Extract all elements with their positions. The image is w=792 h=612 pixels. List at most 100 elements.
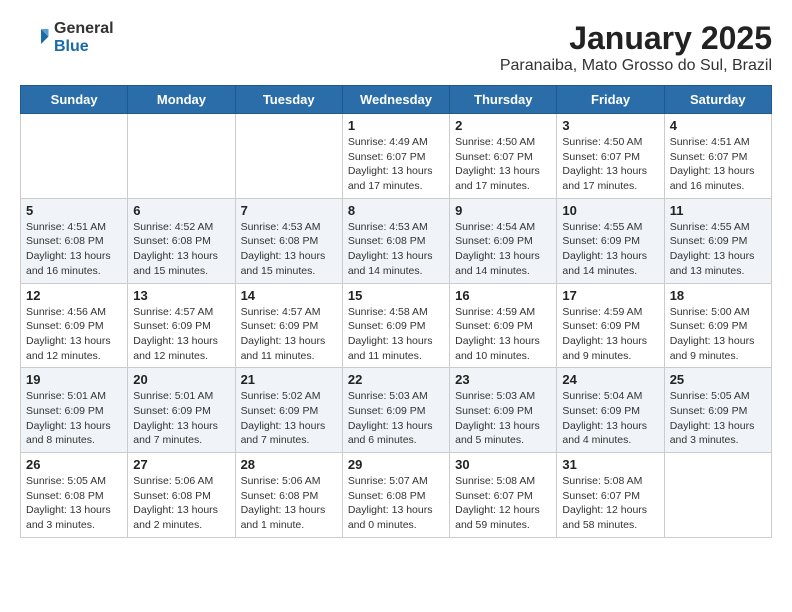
calendar-cell: 4 Sunrise: 4:51 AM Sunset: 6:07 PM Daylig… bbox=[664, 114, 771, 199]
calendar-cell: 22 Sunrise: 5:03 AM Sunset: 6:09 PM Dayli… bbox=[342, 368, 449, 453]
week-row-5: 26 Sunrise: 5:05 AM Sunset: 6:08 PM Dayli… bbox=[21, 453, 772, 538]
calendar-cell: 23 Sunrise: 5:03 AM Sunset: 6:09 PM Dayli… bbox=[450, 368, 557, 453]
calendar-cell: 7Sunrise: 4:53 AM Sunset: 6:08 PM Daylig… bbox=[235, 198, 342, 283]
day-number: 8 bbox=[348, 203, 444, 218]
calendar-cell: 13 Sunrise: 4:57 AM Sunset: 6:09 PM Dayli… bbox=[128, 283, 235, 368]
header-day-saturday: Saturday bbox=[664, 86, 771, 114]
header-day-thursday: Thursday bbox=[450, 86, 557, 114]
day-info: Sunrise: 5:08 AM Sunset: 6:07 PM Dayligh… bbox=[562, 474, 658, 533]
logo-blue: Blue bbox=[54, 38, 114, 56]
week-row-2: 5 Sunrise: 4:51 AM Sunset: 6:08 PM Daylig… bbox=[21, 198, 772, 283]
day-info: Sunrise: 5:01 AM Sunset: 6:09 PM Dayligh… bbox=[26, 389, 122, 448]
calendar-cell: 11Sunrise: 4:55 AM Sunset: 6:09 PM Dayli… bbox=[664, 198, 771, 283]
calendar-cell: 10Sunrise: 4:55 AM Sunset: 6:09 PM Dayli… bbox=[557, 198, 664, 283]
day-number: 15 bbox=[348, 288, 444, 303]
day-info: Sunrise: 5:03 AM Sunset: 6:09 PM Dayligh… bbox=[455, 389, 551, 448]
day-info: Sunrise: 4:50 AM Sunset: 6:07 PM Dayligh… bbox=[455, 135, 551, 194]
day-info: Sunrise: 4:57 AM Sunset: 6:09 PM Dayligh… bbox=[241, 305, 337, 364]
day-info: Sunrise: 5:04 AM Sunset: 6:09 PM Dayligh… bbox=[562, 389, 658, 448]
day-number: 2 bbox=[455, 118, 551, 133]
calendar-cell bbox=[235, 114, 342, 199]
day-info: Sunrise: 4:51 AM Sunset: 6:08 PM Dayligh… bbox=[26, 220, 122, 279]
calendar-cell bbox=[664, 453, 771, 538]
day-info: Sunrise: 5:03 AM Sunset: 6:09 PM Dayligh… bbox=[348, 389, 444, 448]
day-info: Sunrise: 4:59 AM Sunset: 6:09 PM Dayligh… bbox=[455, 305, 551, 364]
calendar-cell: 25 Sunrise: 5:05 AM Sunset: 6:09 PM Dayli… bbox=[664, 368, 771, 453]
logo-text: General Blue bbox=[54, 20, 114, 55]
week-row-4: 19 Sunrise: 5:01 AM Sunset: 6:09 PM Dayli… bbox=[21, 368, 772, 453]
calendar-table: SundayMondayTuesdayWednesdayThursdayFrid… bbox=[20, 85, 772, 538]
day-info: Sunrise: 5:00 AM Sunset: 6:09 PM Dayligh… bbox=[670, 305, 766, 364]
day-info: Sunrise: 4:57 AM Sunset: 6:09 PM Dayligh… bbox=[133, 305, 229, 364]
calendar-cell: 2 Sunrise: 4:50 AM Sunset: 6:07 PM Daylig… bbox=[450, 114, 557, 199]
day-info: Sunrise: 5:05 AM Sunset: 6:09 PM Dayligh… bbox=[670, 389, 766, 448]
day-info: Sunrise: 4:56 AM Sunset: 6:09 PM Dayligh… bbox=[26, 305, 122, 364]
day-number: 14 bbox=[241, 288, 337, 303]
header-day-monday: Monday bbox=[128, 86, 235, 114]
calendar-location: Paranaiba, Mato Grosso do Sul, Brazil bbox=[500, 57, 772, 75]
day-info: Sunrise: 4:53 AM Sunset: 6:08 PM Dayligh… bbox=[348, 220, 444, 279]
day-info: Sunrise: 5:06 AM Sunset: 6:08 PM Dayligh… bbox=[133, 474, 229, 533]
day-info: Sunrise: 4:55 AM Sunset: 6:09 PM Dayligh… bbox=[670, 220, 766, 279]
header-day-friday: Friday bbox=[557, 86, 664, 114]
day-number: 25 bbox=[670, 372, 766, 387]
calendar-cell: 21 Sunrise: 5:02 AM Sunset: 6:09 PM Dayli… bbox=[235, 368, 342, 453]
day-number: 12 bbox=[26, 288, 122, 303]
calendar-cell: 3Sunrise: 4:50 AM Sunset: 6:07 PM Daylig… bbox=[557, 114, 664, 199]
calendar-cell: 24 Sunrise: 5:04 AM Sunset: 6:09 PM Dayli… bbox=[557, 368, 664, 453]
calendar-body: 1 Sunrise: 4:49 AM Sunset: 6:07 PM Daylig… bbox=[21, 114, 772, 538]
day-number: 23 bbox=[455, 372, 551, 387]
calendar-cell: 18 Sunrise: 5:00 AM Sunset: 6:09 PM Dayli… bbox=[664, 283, 771, 368]
day-number: 19 bbox=[26, 372, 122, 387]
day-info: Sunrise: 5:02 AM Sunset: 6:09 PM Dayligh… bbox=[241, 389, 337, 448]
header-day-tuesday: Tuesday bbox=[235, 86, 342, 114]
day-number: 4 bbox=[670, 118, 766, 133]
day-number: 18 bbox=[670, 288, 766, 303]
calendar-cell: 29Sunrise: 5:07 AM Sunset: 6:08 PM Dayli… bbox=[342, 453, 449, 538]
day-number: 31 bbox=[562, 457, 658, 472]
day-info: Sunrise: 4:59 AM Sunset: 6:09 PM Dayligh… bbox=[562, 305, 658, 364]
calendar-cell: 17 Sunrise: 4:59 AM Sunset: 6:09 PM Dayli… bbox=[557, 283, 664, 368]
day-number: 21 bbox=[241, 372, 337, 387]
header-row: SundayMondayTuesdayWednesdayThursdayFrid… bbox=[21, 86, 772, 114]
day-number: 1 bbox=[348, 118, 444, 133]
week-row-3: 12 Sunrise: 4:56 AM Sunset: 6:09 PM Dayli… bbox=[21, 283, 772, 368]
day-info: Sunrise: 5:07 AM Sunset: 6:08 PM Dayligh… bbox=[348, 474, 444, 533]
day-info: Sunrise: 4:54 AM Sunset: 6:09 PM Dayligh… bbox=[455, 220, 551, 279]
calendar-cell: 15 Sunrise: 4:58 AM Sunset: 6:09 PM Dayli… bbox=[342, 283, 449, 368]
day-number: 20 bbox=[133, 372, 229, 387]
day-number: 22 bbox=[348, 372, 444, 387]
calendar-cell: 20 Sunrise: 5:01 AM Sunset: 6:09 PM Dayli… bbox=[128, 368, 235, 453]
calendar-cell: 26 Sunrise: 5:05 AM Sunset: 6:08 PM Dayli… bbox=[21, 453, 128, 538]
calendar-cell: 27Sunrise: 5:06 AM Sunset: 6:08 PM Dayli… bbox=[128, 453, 235, 538]
day-info: Sunrise: 5:05 AM Sunset: 6:08 PM Dayligh… bbox=[26, 474, 122, 533]
day-number: 5 bbox=[26, 203, 122, 218]
day-info: Sunrise: 5:01 AM Sunset: 6:09 PM Dayligh… bbox=[133, 389, 229, 448]
day-number: 3 bbox=[562, 118, 658, 133]
logo-icon bbox=[20, 23, 50, 53]
calendar-cell: 6Sunrise: 4:52 AM Sunset: 6:08 PM Daylig… bbox=[128, 198, 235, 283]
day-info: Sunrise: 5:06 AM Sunset: 6:08 PM Dayligh… bbox=[241, 474, 337, 533]
calendar-cell: 9 Sunrise: 4:54 AM Sunset: 6:09 PM Daylig… bbox=[450, 198, 557, 283]
day-number: 17 bbox=[562, 288, 658, 303]
day-info: Sunrise: 4:51 AM Sunset: 6:07 PM Dayligh… bbox=[670, 135, 766, 194]
calendar-cell bbox=[128, 114, 235, 199]
day-number: 28 bbox=[241, 457, 337, 472]
day-info: Sunrise: 4:49 AM Sunset: 6:07 PM Dayligh… bbox=[348, 135, 444, 194]
calendar-cell: 14 Sunrise: 4:57 AM Sunset: 6:09 PM Dayli… bbox=[235, 283, 342, 368]
calendar-header: SundayMondayTuesdayWednesdayThursdayFrid… bbox=[21, 86, 772, 114]
calendar-cell: 12 Sunrise: 4:56 AM Sunset: 6:09 PM Dayli… bbox=[21, 283, 128, 368]
day-number: 13 bbox=[133, 288, 229, 303]
calendar-cell: 5 Sunrise: 4:51 AM Sunset: 6:08 PM Daylig… bbox=[21, 198, 128, 283]
day-number: 16 bbox=[455, 288, 551, 303]
day-number: 9 bbox=[455, 203, 551, 218]
day-info: Sunrise: 4:58 AM Sunset: 6:09 PM Dayligh… bbox=[348, 305, 444, 364]
day-number: 26 bbox=[26, 457, 122, 472]
calendar-cell: 19 Sunrise: 5:01 AM Sunset: 6:09 PM Dayli… bbox=[21, 368, 128, 453]
day-number: 24 bbox=[562, 372, 658, 387]
day-info: Sunrise: 4:55 AM Sunset: 6:09 PM Dayligh… bbox=[562, 220, 658, 279]
header-day-wednesday: Wednesday bbox=[342, 86, 449, 114]
day-number: 6 bbox=[133, 203, 229, 218]
calendar-cell: 8 Sunrise: 4:53 AM Sunset: 6:08 PM Daylig… bbox=[342, 198, 449, 283]
title-block: January 2025 Paranaiba, Mato Grosso do S… bbox=[500, 20, 772, 75]
